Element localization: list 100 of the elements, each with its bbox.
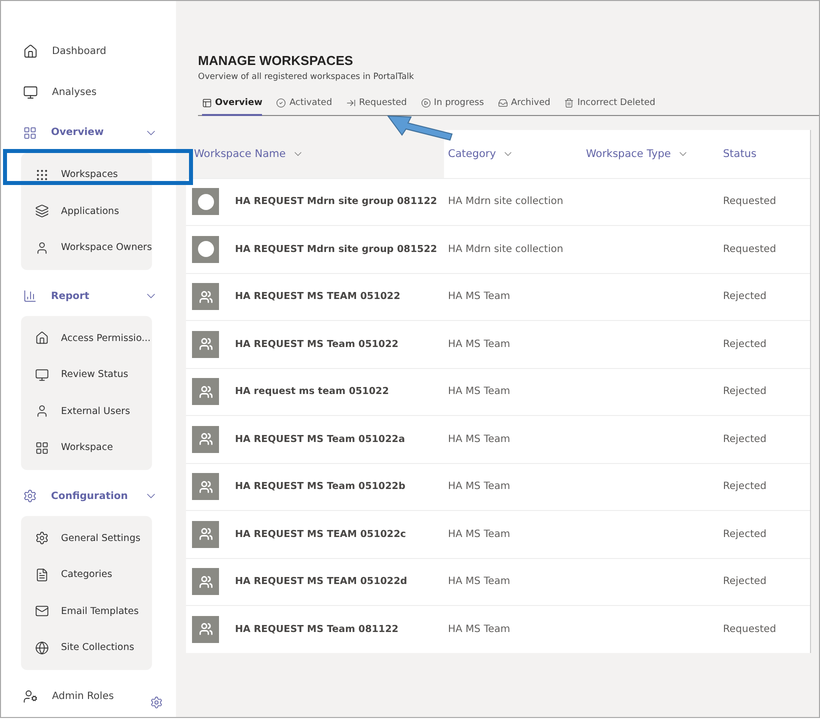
tab[interactable]: Archived [498, 98, 550, 116]
status-cell-text: Requested [722, 196, 778, 208]
group-label: Report [51, 290, 90, 302]
table-row[interactable]: HA REQUEST MS TEAM 051022 HA MS Team Rejected [186, 272, 810, 320]
group-icon [23, 489, 37, 504]
sidebar-item[interactable]: External Users [21, 393, 152, 430]
sidebar-item[interactable]: Analyses [1, 72, 176, 113]
nav-icon [35, 404, 49, 418]
sidebar-item[interactable]: Email Templates [21, 593, 152, 630]
sidebar-item[interactable]: Admin Roles [1, 676, 176, 717]
table-row[interactable]: HA REQUEST MS Team 051022b HA MS Team Rejected [186, 462, 810, 510]
status-cell-text: Rejected [722, 338, 768, 350]
status-cell-text: Requested [722, 624, 778, 635]
page-title: MANAGE WORKSPACES [198, 53, 354, 68]
sidebar-item[interactable]: Workspace [21, 430, 152, 466]
workspace-name: HA request ms team 051022 [235, 386, 389, 398]
team-avatar [192, 426, 219, 453]
nav-icon [35, 240, 49, 255]
sidebar-item[interactable]: Site Collections [21, 630, 152, 666]
group-label: Configuration [51, 490, 129, 502]
column-header[interactable]: Workspace Name [186, 130, 444, 178]
tab[interactable]: Overview [202, 98, 262, 116]
status-cell-text: Requested [722, 244, 778, 255]
table-row[interactable]: HA REQUEST Mdrn site group 081522 HA Mdrn site collection Requested [186, 225, 810, 272]
category-cell-text: HA MS Team [447, 576, 512, 588]
sidebar-item[interactable]: Applications [21, 193, 152, 230]
nav-icon [35, 568, 49, 582]
category-cell-text: HA MS Team [447, 624, 512, 635]
sidebar-group-header[interactable]: Overview [1, 112, 176, 153]
sidebar-item[interactable]: Workspace Owners [21, 230, 152, 266]
tab[interactable]: In progress [420, 98, 484, 116]
status-cell-text: Rejected [722, 291, 768, 302]
table-row[interactable]: HA REQUEST MS TEAM 051022d HA MS Team Rejected [186, 558, 810, 605]
nav-icon [35, 440, 49, 455]
team-avatar [192, 330, 219, 358]
team-avatar [192, 283, 219, 310]
workspace-name: HA REQUEST MS TEAM 051022 [235, 291, 400, 302]
table-row[interactable]: HA REQUEST MS Team 051022a HA MS Team Rejected [186, 415, 810, 462]
team-avatar [192, 568, 219, 596]
site-avatar [192, 188, 219, 216]
workspace-name: HA REQUEST MS Team 051022b [235, 481, 406, 492]
arrow-drawing [387, 115, 453, 141]
sidebar-group-header[interactable]: Report [1, 276, 176, 316]
workspace-name: HA REQUEST Mdrn site group 081522 [235, 244, 438, 255]
nav-icon [35, 531, 49, 546]
group-icon [23, 289, 37, 304]
workspace-name: HA REQUEST MS Team 051022a [235, 434, 405, 445]
workspace-name: HA REQUEST MS TEAM 051022d [235, 576, 408, 588]
table-row[interactable]: HA REQUEST MS Team 081122 HA MS Team Requested [186, 605, 810, 652]
team-avatar [192, 520, 219, 548]
nav-icon [23, 84, 38, 100]
page-subtitle: Overview of all registered workspaces in PortalTalk [198, 72, 415, 82]
category-cell-text: HA MS Team [447, 291, 512, 302]
table-row[interactable]: HA REQUEST MS TEAM 051022c HA MS Team Rejected [186, 510, 810, 558]
site-avatar [192, 236, 219, 263]
workspace-name: HA REQUEST MS Team 081122 [235, 624, 398, 635]
nav-icon [23, 689, 38, 704]
tab-icon [202, 98, 212, 108]
tab-icon [498, 98, 508, 108]
tab[interactable]: Activated [276, 98, 332, 116]
sidebar-item[interactable]: Dashboard [1, 31, 176, 72]
category-cell-text: HA MS Team [447, 434, 512, 445]
table-row[interactable]: HA REQUEST Mdrn site group 081122 HA Mdrn site collection Requested [186, 178, 810, 225]
status-cell-text: Rejected [722, 386, 768, 398]
category-cell-text: HA MS Team [447, 528, 512, 540]
tab[interactable]: Incorrect Deleted [564, 98, 656, 116]
status-cell-text: Rejected [722, 576, 768, 588]
sidebar-group-header[interactable]: Configuration [1, 476, 176, 516]
nav-icon [35, 368, 49, 382]
nav-icon [35, 640, 49, 655]
status-cell-text: Rejected [722, 481, 768, 492]
category-cell-text: HA Mdrn site collection [447, 196, 564, 208]
nav-icon [35, 604, 49, 618]
category-cell-text: HA MS Team [447, 481, 512, 492]
team-avatar [192, 378, 219, 406]
sidebar-item[interactable]: General Settings [21, 520, 152, 557]
workspace-name: HA REQUEST Mdrn site group 081122 [235, 196, 438, 208]
workspace-name: HA REQUEST MS Team 051022 [235, 338, 398, 350]
sidebar-item[interactable]: Workspaces [21, 156, 152, 194]
tab[interactable]: Requested [346, 98, 407, 116]
sidebar-item[interactable]: Access Permissio... [21, 320, 152, 357]
team-avatar [192, 473, 219, 500]
sidebar-item[interactable]: Review Status [21, 356, 152, 394]
tab-icon [564, 98, 574, 108]
category-cell-text: HA MS Team [447, 338, 512, 350]
group-label: Overview [51, 127, 105, 138]
category-cell-text: HA MS Team [447, 386, 512, 398]
sidebar-item[interactable]: Categories [21, 556, 152, 594]
settings-icon[interactable] [150, 696, 163, 709]
category-cell-text: HA Mdrn site collection [447, 244, 564, 255]
status-cell-text: Rejected [722, 528, 768, 540]
status-cell-text: Rejected [722, 434, 768, 445]
table-row[interactable]: HA REQUEST MS Team 051022 HA MS Team Rejected [186, 320, 810, 368]
team-avatar [192, 616, 219, 643]
tab-icon [276, 98, 286, 108]
nav-icon [35, 331, 49, 346]
tab-icon [346, 98, 356, 108]
table-row[interactable]: HA request ms team 051022 HA MS Team Rejected [186, 368, 810, 415]
group-icon [23, 126, 37, 140]
nav-icon [35, 204, 49, 218]
